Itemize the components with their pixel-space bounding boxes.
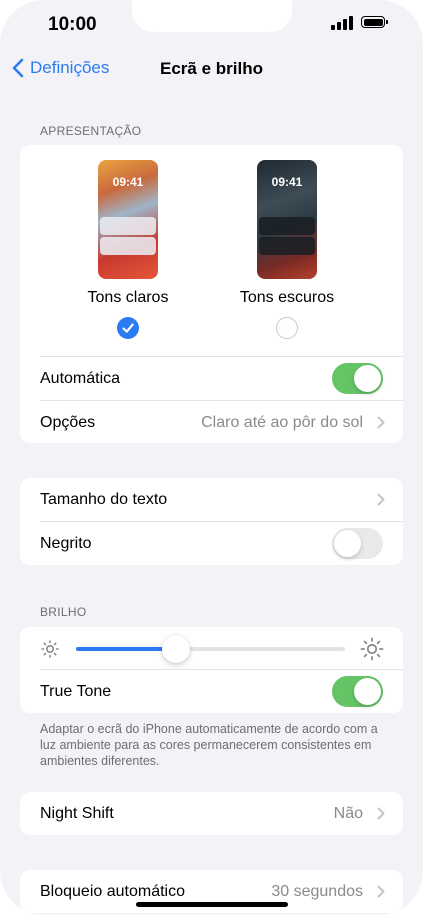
true-tone-label: True Tone <box>40 682 112 700</box>
night-shift-value: Não <box>333 804 363 822</box>
brightness-slider-thumb[interactable] <box>161 635 190 663</box>
dark-mode-radio[interactable] <box>276 317 298 339</box>
dark-mode-preview[interactable]: 09:41 <box>257 160 317 279</box>
true-tone-row: True Tone <box>20 670 403 713</box>
chevron-right-icon <box>377 885 385 898</box>
brightness-slider-fill <box>76 647 176 651</box>
true-tone-footnote: Adaptar o ecrã do iPhone automaticamente… <box>40 722 378 768</box>
bold-row: Negrito <box>20 522 403 565</box>
automatic-label: Automática <box>40 369 121 387</box>
phone-screen: 10:00 Definições Ecrã e brilho APRESENTA… <box>0 0 423 915</box>
automatic-toggle[interactable] <box>332 363 383 394</box>
preview-time: 09:41 <box>112 175 144 189</box>
automatic-row: Automática <box>20 357 403 400</box>
page-title: Ecrã e brilho <box>160 59 263 78</box>
cellular-signal-icon <box>331 16 355 30</box>
night-shift-row[interactable]: Night Shift Não <box>20 792 403 835</box>
section-label-brightness: BRILHO <box>40 605 87 619</box>
true-tone-toggle[interactable] <box>332 676 383 707</box>
bold-label: Negrito <box>40 534 92 552</box>
text-card: Tamanho do texto Negrito <box>20 478 403 565</box>
status-time: 10:00 <box>48 14 97 35</box>
light-mode-label: Tons claros <box>87 289 169 306</box>
brightness-slider[interactable] <box>76 635 345 663</box>
options-row[interactable]: Opções Claro até ao pôr do sol <box>20 401 403 444</box>
chevron-right-icon <box>377 493 385 506</box>
night-shift-card: Night Shift Não <box>20 792 403 835</box>
auto-lock-value: 30 segundos <box>271 882 363 900</box>
brightness-card: True Tone <box>20 627 403 713</box>
sun-large-icon <box>360 637 384 661</box>
light-mode-preview[interactable]: 09:41 <box>98 160 158 279</box>
night-shift-label: Night Shift <box>40 804 114 822</box>
auto-lock-label: Bloqueio automático <box>40 882 185 900</box>
checkmark-icon <box>122 323 134 333</box>
sun-small-icon <box>41 640 59 658</box>
bold-toggle[interactable] <box>332 528 383 559</box>
appearance-card: 09:41 09:41 Tons claros Tons escuros Aut… <box>20 145 403 443</box>
options-value: Claro até ao pôr do sol <box>201 413 363 431</box>
text-size-row[interactable]: Tamanho do texto <box>20 478 403 521</box>
light-mode-radio[interactable] <box>117 317 139 339</box>
chevron-right-icon <box>377 416 385 429</box>
dark-mode-label: Tons escuros <box>239 289 335 306</box>
options-label: Opções <box>40 413 96 431</box>
notch <box>132 0 292 32</box>
text-size-label: Tamanho do texto <box>40 490 168 508</box>
home-indicator <box>136 902 288 907</box>
chevron-right-icon <box>377 807 385 820</box>
section-label-appearance: APRESENTAÇÃO <box>40 124 142 138</box>
battery-icon <box>361 16 388 28</box>
preview-time: 09:41 <box>271 175 303 189</box>
